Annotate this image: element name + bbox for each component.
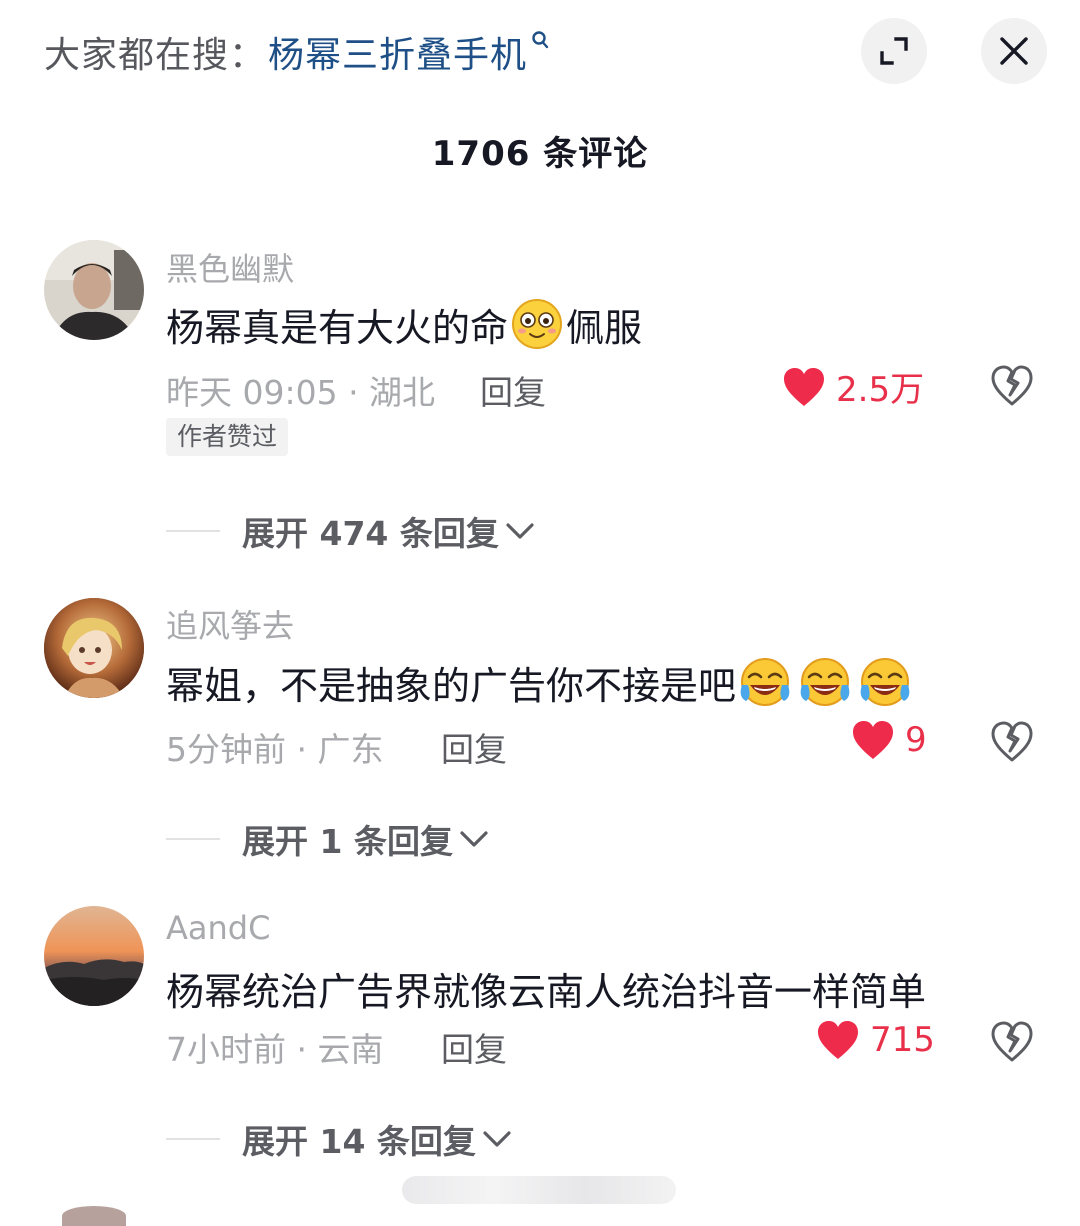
username[interactable]: 黑色幽默 xyxy=(166,244,294,290)
search-term-link[interactable]: 杨幂三折叠手机 xyxy=(268,26,527,78)
expand-icon xyxy=(880,37,908,65)
like-button[interactable]: 9 xyxy=(851,719,927,761)
laughing-crying-emoji xyxy=(800,658,850,706)
comment-count-title: 1706 条评论 xyxy=(431,134,649,174)
close-button[interactable] xyxy=(981,18,1047,84)
expand-replies-label: 展开 474 条回复 xyxy=(242,514,499,553)
smiling-face-emoji xyxy=(512,299,563,349)
chevron-down-icon xyxy=(460,831,488,847)
time-location: 7小时前 · 云南 xyxy=(166,1030,384,1069)
broken-heart-icon[interactable] xyxy=(990,1020,1034,1064)
expand-replies-button[interactable]: 展开 1 条回复 xyxy=(166,815,489,863)
reply-button[interactable]: 回复 xyxy=(441,723,507,771)
like-button[interactable]: 715 xyxy=(816,1019,935,1061)
comment-text: 杨幂真是有大火的命 佩服 xyxy=(166,296,642,352)
username[interactable]: AandC xyxy=(166,909,270,947)
like-button[interactable]: 2.5万 xyxy=(782,362,924,411)
like-count: 2.5万 xyxy=(836,370,925,410)
close-icon xyxy=(1000,37,1028,65)
next-comment-avatar xyxy=(62,1206,126,1226)
like-count: 9 xyxy=(905,720,927,760)
watermark-bar xyxy=(402,1176,676,1204)
divider-line xyxy=(166,1138,220,1140)
search-prefix: 大家都在搜： xyxy=(44,35,267,76)
expand-button[interactable] xyxy=(861,18,927,84)
expand-replies-button[interactable]: 展开 14 条回复 xyxy=(166,1115,512,1163)
broken-heart-icon[interactable] xyxy=(990,720,1034,764)
avatar[interactable] xyxy=(44,906,144,1006)
comment-text-part: 佩服 xyxy=(566,305,643,350)
comment-text: 幂姐，不是抽象的广告你不接是吧 xyxy=(166,654,912,710)
divider-line xyxy=(166,838,220,840)
search-icon xyxy=(531,30,549,56)
author-liked-badge: 作者赞过 xyxy=(166,418,289,456)
divider-line xyxy=(166,530,220,532)
laughing-crying-emoji xyxy=(740,658,790,706)
username[interactable]: 追风筝去 xyxy=(166,601,294,647)
search-suggestion-bar[interactable]: 大家都在搜： 杨幂三折叠手机 xyxy=(44,26,549,78)
reply-button[interactable]: 回复 xyxy=(480,366,546,414)
heart-icon xyxy=(818,1021,858,1059)
laughing-crying-emoji xyxy=(860,658,910,706)
avatar[interactable] xyxy=(44,240,144,340)
expand-replies-button[interactable]: 展开 474 条回复 xyxy=(166,507,535,555)
time-location: 昨天 09:05 · 湖北 xyxy=(166,373,436,412)
comment-text-part: 杨幂真是有大火的命 xyxy=(166,305,509,350)
chevron-down-icon xyxy=(506,523,534,539)
broken-heart-icon[interactable] xyxy=(990,364,1034,408)
comment-text-part: 幂姐，不是抽象的广告你不接是吧 xyxy=(166,663,737,708)
heart-icon xyxy=(784,367,824,406)
avatar[interactable] xyxy=(44,598,144,698)
reply-button[interactable]: 回复 xyxy=(441,1023,507,1071)
comment-text-part: 杨幂统治广告界就像云南人统治抖音一样简单 xyxy=(166,969,927,1014)
chevron-down-icon xyxy=(483,1131,511,1147)
expand-replies-label: 展开 1 条回复 xyxy=(242,822,453,861)
comment-text: 杨幂统治广告界就像云南人统治抖音一样简单 xyxy=(166,960,926,1016)
expand-replies-label: 展开 14 条回复 xyxy=(242,1122,476,1161)
heart-icon xyxy=(853,721,893,759)
like-count: 715 xyxy=(870,1020,935,1060)
time-location: 5分钟前 · 广东 xyxy=(166,730,384,769)
